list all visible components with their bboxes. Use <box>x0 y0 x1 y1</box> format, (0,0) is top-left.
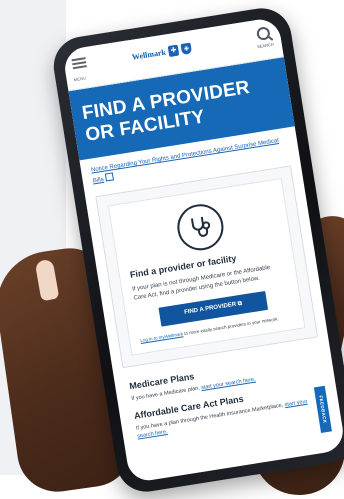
wellmark-logo[interactable]: Wellmark ✚ ◈ <box>131 42 193 63</box>
hamburger-icon-bar <box>72 65 87 70</box>
external-link-icon: ⧉ <box>237 300 243 308</box>
cross-icon: ✚ <box>167 44 180 58</box>
external-link-icon <box>104 172 114 182</box>
search-label: SEARCH <box>256 41 275 50</box>
stethoscope-graphic <box>190 216 211 237</box>
logo-text: Wellmark <box>131 47 167 62</box>
find-a-provider-label: FIND A PROVIDER <box>183 301 237 316</box>
provider-finder-card: Find a provider or facility If your plan… <box>95 165 332 433</box>
search-icon <box>256 26 271 41</box>
shield-icon: ◈ <box>180 42 193 55</box>
menu-button[interactable] <box>71 57 89 77</box>
provider-finder-panel: Find a provider or facility If your plan… <box>107 177 306 356</box>
mywellmark-login-link[interactable]: Log in to myWellmark <box>140 331 183 343</box>
search-button[interactable]: SEARCH <box>254 26 274 49</box>
menu-label: MENU <box>73 75 87 83</box>
stethoscope-icon <box>174 200 227 254</box>
